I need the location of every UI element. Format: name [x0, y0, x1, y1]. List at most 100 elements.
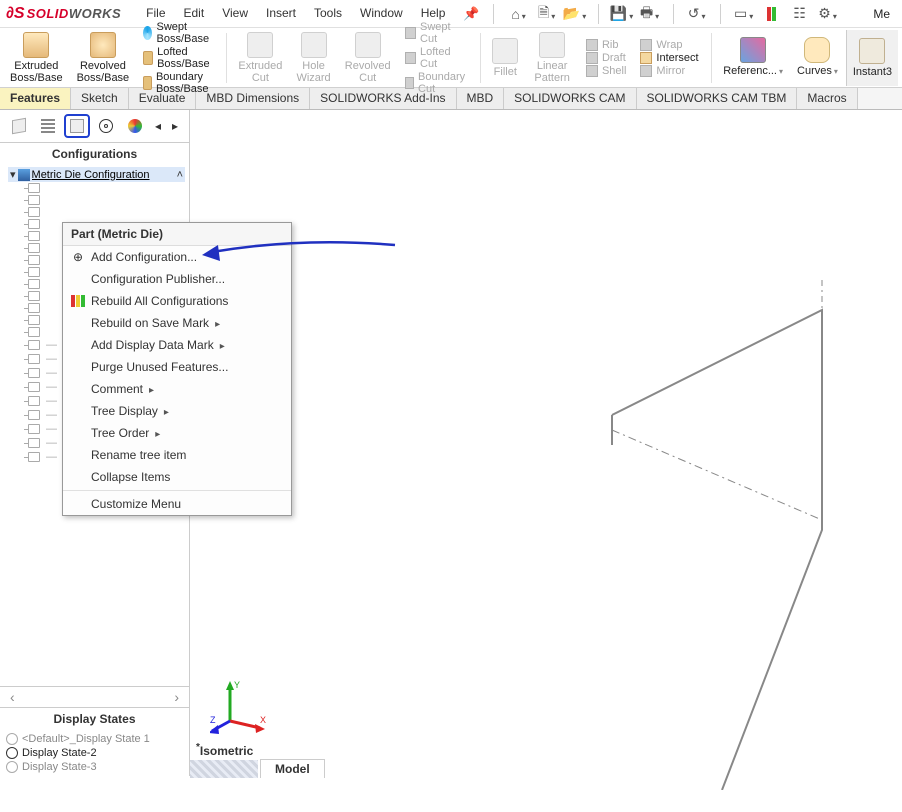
scroll-left-icon[interactable]: ‹ — [6, 687, 19, 707]
ctx-comment[interactable]: Comment — [63, 378, 291, 400]
label: Tree Display — [91, 404, 158, 418]
extruded-boss-button[interactable]: Extruded Boss/Base — [4, 30, 69, 86]
intersect-button[interactable]: Intersect — [640, 52, 698, 64]
ctx-add-configuration[interactable]: ⊕ Add Configuration... — [63, 246, 291, 268]
blank-icon — [71, 404, 85, 418]
panel-tab-display-manager[interactable] — [122, 114, 148, 138]
hole-icon — [301, 32, 327, 58]
display-state-3[interactable]: Display State-3 — [6, 760, 183, 774]
label: Configuration Publisher... — [91, 272, 225, 286]
revolved-boss-button[interactable]: Revolved Boss/Base — [71, 30, 136, 86]
ctx-tree-order[interactable]: Tree Order — [63, 422, 291, 444]
ctx-add-display-data[interactable]: Add Display Data Mark — [63, 334, 291, 356]
tab-solidworks-cam-tbm[interactable]: SOLIDWORKS CAM TBM — [637, 88, 798, 109]
display-state-2[interactable]: Display State-2 — [6, 746, 183, 760]
shell-icon — [586, 65, 598, 77]
tab-sketch[interactable]: Sketch — [71, 88, 129, 109]
panel-tab-next[interactable]: ▸ — [168, 114, 182, 138]
ctx-rebuild-all[interactable]: Rebuild All Configurations — [63, 290, 291, 312]
curves-button[interactable]: Curves — [791, 30, 844, 86]
rib-icon — [586, 39, 598, 51]
home-icon[interactable]: ⌂ — [508, 3, 530, 25]
lofted-boss-button[interactable]: Lofted Boss/Base — [143, 46, 214, 70]
tab-features[interactable]: Features — [0, 88, 71, 109]
panel-tab-dimxpert[interactable] — [93, 114, 119, 138]
label: Fillet — [494, 66, 517, 78]
config-root[interactable]: ▾ Metric Die Configuration ˄ — [8, 167, 185, 182]
label: Shell — [602, 65, 626, 77]
print-icon[interactable]: 🖶 — [639, 3, 661, 25]
config-item[interactable] — [8, 206, 185, 218]
user-menu[interactable]: Me — [867, 3, 896, 25]
undo-icon[interactable]: ↺ — [686, 3, 708, 25]
options-list-icon[interactable]: ☷ — [789, 3, 811, 25]
boundary-boss-button[interactable]: Boundary Boss/Base — [143, 71, 214, 95]
graphics-viewport[interactable]: Y X Z *Isometric Model — [190, 110, 902, 776]
panel-title: Configurations — [0, 143, 189, 165]
panel-tab-configuration-manager[interactable] — [64, 114, 90, 138]
menu-tools[interactable]: Tools — [307, 3, 349, 25]
feature-stack-2: Wrap Intersect Mirror — [634, 30, 704, 86]
fillet-icon — [492, 38, 518, 64]
ctx-purge-unused[interactable]: Purge Unused Features... — [63, 356, 291, 378]
reference-geometry-button[interactable]: Referenc... — [717, 30, 789, 86]
ctx-configuration-publisher[interactable]: Configuration Publisher... — [63, 268, 291, 290]
revolved-cut-icon — [355, 32, 381, 58]
swept-boss-button[interactable]: Swept Boss/Base — [143, 21, 214, 45]
open-icon[interactable]: 📂 — [564, 3, 586, 25]
boundary-icon — [143, 76, 152, 90]
tab-macros[interactable]: Macros — [797, 88, 857, 109]
expand-icon[interactable]: ▾ — [10, 168, 16, 181]
ctx-tree-display[interactable]: Tree Display — [63, 400, 291, 422]
ctx-rebuild-on-save[interactable]: Rebuild on Save Mark — [63, 312, 291, 334]
collapse-icon[interactable]: ˄ — [177, 169, 183, 181]
display-state-default[interactable]: <Default>_Display State 1 — [6, 732, 183, 746]
config-item[interactable] — [8, 194, 185, 206]
panel-tab-prev[interactable]: ◂ — [151, 114, 165, 138]
rebuild-icon[interactable] — [761, 3, 783, 25]
context-menu: Part (Metric Die) ⊕ Add Configuration...… — [62, 222, 292, 516]
save-icon[interactable]: 💾 — [611, 3, 633, 25]
panel-tab-property-manager[interactable] — [35, 114, 61, 138]
tree-scroll: ‹ › — [0, 686, 189, 707]
scroll-right-icon[interactable]: › — [170, 687, 183, 707]
model-tab[interactable]: Model — [260, 759, 325, 778]
ctx-rename-tree[interactable]: Rename tree item — [63, 444, 291, 466]
new-icon[interactable]: 🗎 — [536, 3, 558, 25]
orientation-label: *Isometric — [196, 742, 253, 758]
cfg-icon — [28, 207, 40, 217]
swept-cut-button: Swept Cut — [405, 21, 468, 45]
config-item[interactable] — [8, 182, 185, 194]
label: Display State-3 — [22, 761, 97, 773]
display-states-list: <Default>_Display State 1 Display State-… — [0, 730, 189, 776]
label: Referenc... — [723, 65, 783, 78]
menu-insert[interactable]: Insert — [259, 3, 303, 25]
label: Display State-2 — [22, 747, 97, 759]
tab-solidworks-cam[interactable]: SOLIDWORKS CAM — [504, 88, 636, 109]
cfg-icon — [28, 452, 40, 462]
boundary-cut-icon — [405, 77, 414, 89]
instant-icon — [859, 38, 885, 64]
svg-text:X: X — [260, 715, 266, 725]
menu-view[interactable]: View — [215, 3, 255, 25]
label: Revolved Cut — [345, 60, 391, 84]
boss-base-stack: Swept Boss/Base Lofted Boss/Base Boundar… — [137, 30, 220, 86]
cfg-icon — [28, 315, 40, 325]
label: Curves — [797, 65, 838, 78]
panel-tab-feature-tree[interactable] — [6, 114, 32, 138]
label: Customize Menu — [91, 497, 181, 511]
cfg-icon — [28, 303, 40, 313]
settings-icon[interactable]: ⚙ — [817, 3, 839, 25]
label: Purge Unused Features... — [91, 360, 228, 374]
menu-window[interactable]: Window — [353, 3, 410, 25]
add-config-icon: ⊕ — [71, 250, 85, 264]
orientation-triad[interactable]: Y X Z — [210, 676, 270, 736]
instant3d-button[interactable]: Instant3 — [846, 30, 898, 86]
separator — [711, 33, 712, 83]
ctx-collapse-items[interactable]: Collapse Items — [63, 466, 291, 488]
divider — [720, 4, 721, 24]
blank-icon — [71, 470, 85, 484]
ctx-customize-menu[interactable]: Customize Menu — [63, 493, 291, 515]
select-icon[interactable]: ▭ — [733, 3, 755, 25]
separator — [226, 33, 227, 83]
